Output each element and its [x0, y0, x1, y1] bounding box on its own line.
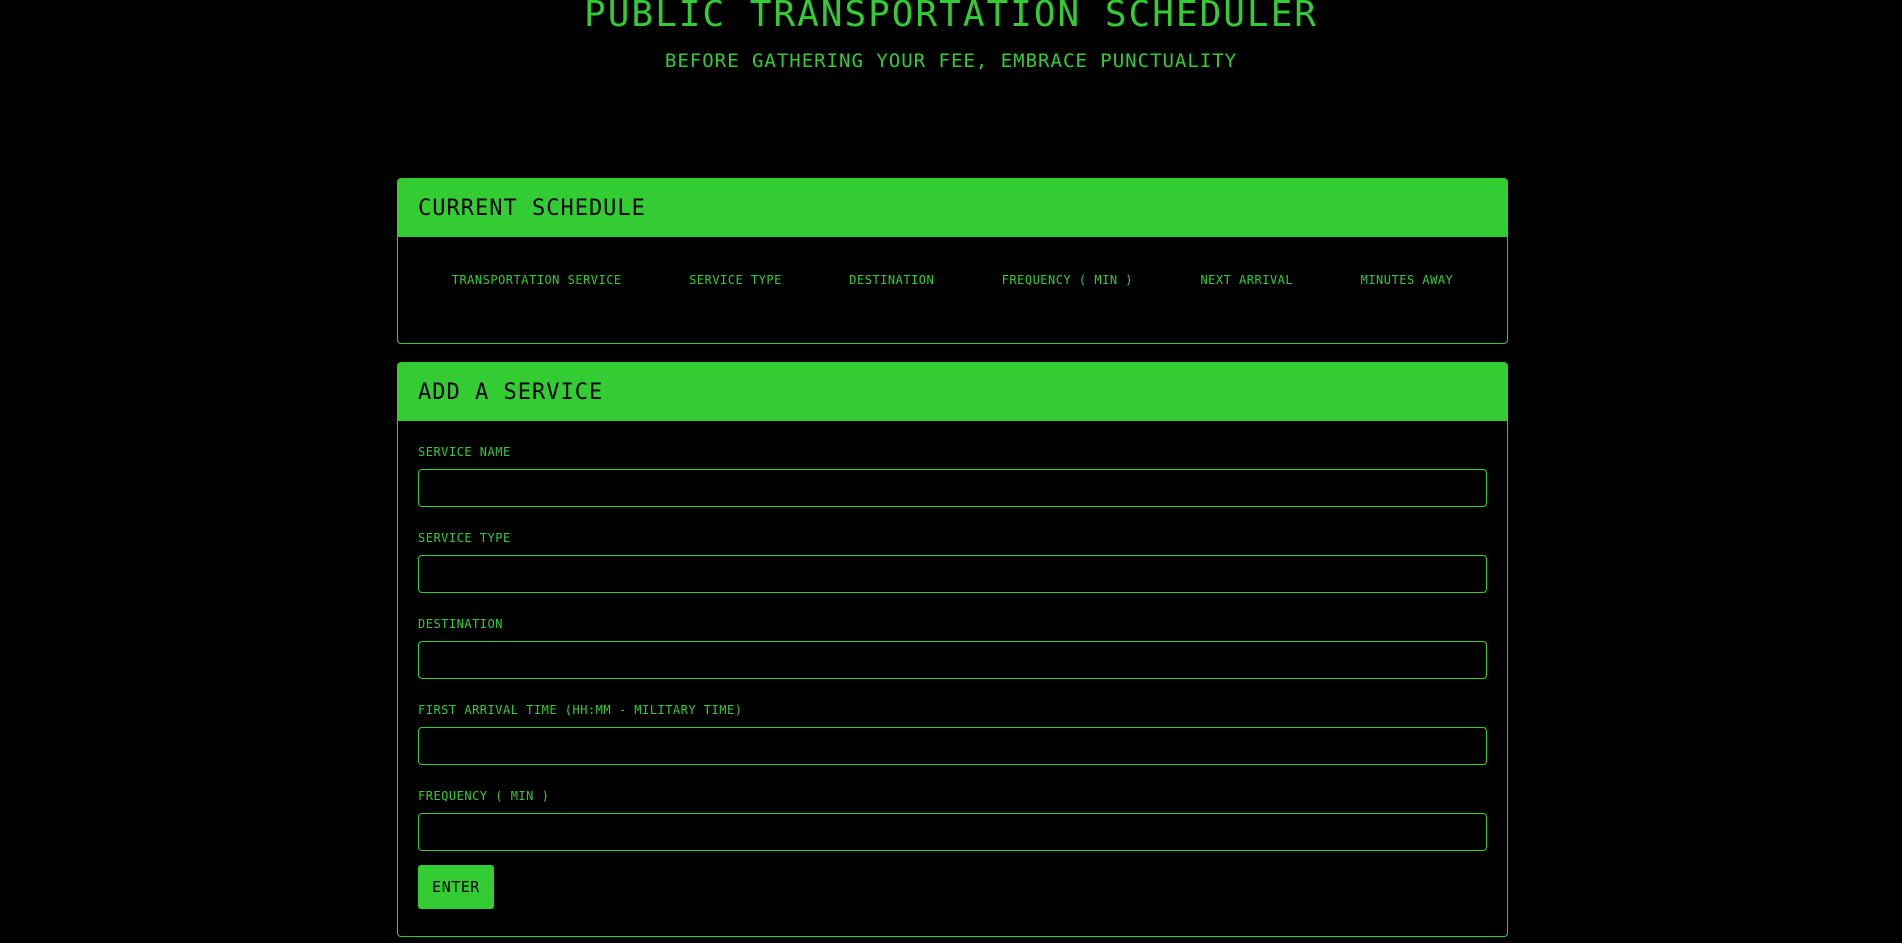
destination-label: Destination [418, 617, 503, 631]
column-header-destination: Destination [849, 273, 935, 287]
first-arrival-time-input[interactable] [418, 727, 1487, 765]
enter-button[interactable]: Enter [418, 865, 494, 909]
column-header-next-arrival: Next Arrival [1200, 273, 1294, 287]
add-service-form: Service Name Service Type Destination Fi… [398, 421, 1507, 909]
add-service-heading: Add a Service [398, 363, 1507, 421]
service-name-label: Service Name [418, 445, 511, 459]
form-group-service-type: Service Type [418, 531, 1487, 593]
current-schedule-panel: Current Schedule Transportation Service … [397, 178, 1508, 344]
column-header-transportation-service: Transportation Service [451, 273, 622, 287]
service-name-input[interactable] [418, 469, 1487, 507]
first-arrival-time-label: First Arrival Time (HH:mm - military tim… [418, 703, 743, 717]
add-service-panel: Add a Service Service Name Service Type … [397, 362, 1508, 937]
current-schedule-heading: Current Schedule [398, 179, 1507, 237]
page-title: Public Transportation Scheduler [584, 0, 1318, 35]
column-header-frequency: Frequency ( min ) [1001, 273, 1133, 287]
schedule-table-header: Transportation Service Service Type Dest… [398, 237, 1507, 287]
column-header-minutes-away: Minutes Away [1360, 273, 1454, 287]
form-group-service-name: Service Name [418, 445, 1487, 507]
page-subtitle: Before gathering your fee, embrace punct… [664, 50, 1238, 72]
page-header: Public Transportation Scheduler Before g… [0, 0, 1902, 120]
form-group-first-arrival-time: First Arrival Time (HH:mm - military tim… [418, 703, 1487, 765]
form-group-destination: Destination [418, 617, 1487, 679]
column-header-service-type: Service Type [689, 273, 782, 287]
service-type-label: Service Type [418, 531, 511, 545]
frequency-label: Frequency ( min ) [418, 789, 550, 803]
form-group-frequency: Frequency ( min ) [418, 789, 1487, 851]
frequency-input[interactable] [418, 813, 1487, 851]
service-type-input[interactable] [418, 555, 1487, 593]
destination-input[interactable] [418, 641, 1487, 679]
